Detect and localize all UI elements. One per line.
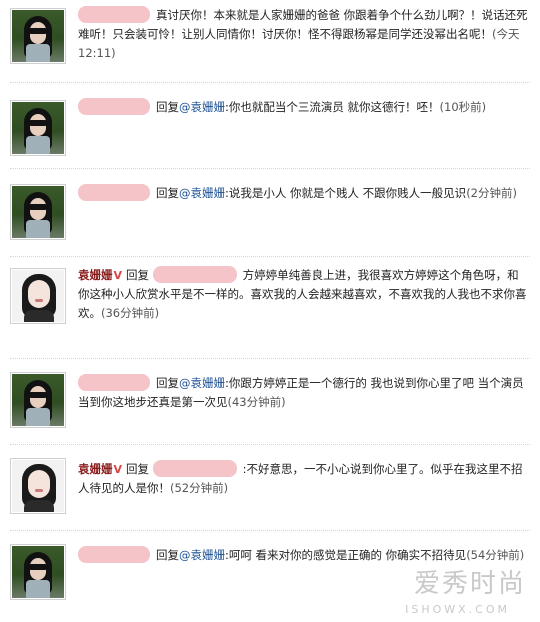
comment-time: (54分钟前) (466, 548, 525, 562)
reply-prefix: 回复 (126, 268, 150, 282)
comment-text: :呵呵 看来对你的感觉是正确的 你确实不招待见 (225, 548, 467, 562)
divider (10, 82, 530, 83)
verified-badge-icon: V (113, 463, 123, 476)
comment-body: 回复@袁姗姗:你也就配当个三流演员 就你这德行！呸！(10秒前) (78, 98, 530, 117)
comment-body: 袁姗姗V 回复 :不好意思，一不小心说到你心里了。似乎在我这里不招人待见的人是你！… (78, 460, 530, 498)
mention-link[interactable]: @袁姗姗 (179, 186, 225, 200)
comment-body: 回复@袁姗姗:说我是小人 你就是个贱人 不跟你贱人一般见识(2分钟前) (78, 184, 530, 203)
reply-prefix: 回复 (126, 462, 150, 476)
divider (10, 256, 530, 257)
reply-prefix: 回复 (156, 100, 179, 114)
redacted-username (78, 184, 150, 201)
redacted-username (78, 374, 150, 391)
avatar[interactable] (10, 100, 66, 156)
watermark-logo: 爱秀时尚 (413, 569, 526, 599)
comment-body: 袁姗姗V 回复 方婷婷单纯善良上进，我很喜欢方婷婷这个角色呀，和你这种小人欣赏水平… (78, 266, 530, 323)
divider (10, 444, 530, 445)
avatar[interactable] (10, 184, 66, 240)
redacted-username (152, 460, 237, 477)
comment-time: (36分钟前) (101, 306, 160, 320)
author-name[interactable]: 袁姗姗 (78, 268, 113, 282)
divider (10, 168, 530, 169)
mention-link[interactable]: @袁姗姗 (179, 100, 225, 114)
comment-time: (10秒前) (439, 100, 487, 114)
redacted-username (152, 266, 237, 283)
comment-text: :说我是小人 你就是个贱人 不跟你贱人一般见识 (225, 186, 467, 200)
author-name[interactable]: 袁姗姗 (78, 462, 113, 476)
reply-prefix: 回复 (156, 186, 179, 200)
comment-body: 回复@袁姗姗:你跟方婷婷正是一个德行的 我也说到你心里了吧 当个演员当到你这地步… (78, 374, 530, 412)
redacted-username (78, 546, 150, 563)
reply-prefix: 回复 (156, 376, 179, 390)
redacted-username (78, 98, 150, 115)
mention-link[interactable]: @袁姗姗 (179, 548, 225, 562)
verified-badge-icon: V (113, 269, 123, 282)
mention-link[interactable]: @袁姗姗 (179, 376, 225, 390)
avatar[interactable] (10, 8, 66, 64)
avatar[interactable] (10, 458, 66, 514)
divider (10, 358, 530, 359)
comment-time: (2分钟前) (466, 186, 517, 200)
divider (10, 530, 530, 531)
avatar[interactable] (10, 372, 66, 428)
reply-prefix: 回复 (156, 548, 179, 562)
avatar[interactable] (10, 268, 66, 324)
avatar[interactable] (10, 544, 66, 600)
redacted-username (78, 6, 150, 23)
comment-text: :你也就配当个三流演员 就你这德行！呸！ (225, 100, 440, 114)
comment-body: 真讨厌你！本来就是人家姗姗的爸爸 你跟着争个什么劲儿啊？！说话还死难听！只会装可… (78, 6, 532, 63)
comment-time: (52分钟前) (170, 481, 229, 495)
watermark-url: ISHOWX.COM (405, 603, 510, 616)
comment-time: (43分钟前) (227, 395, 286, 409)
